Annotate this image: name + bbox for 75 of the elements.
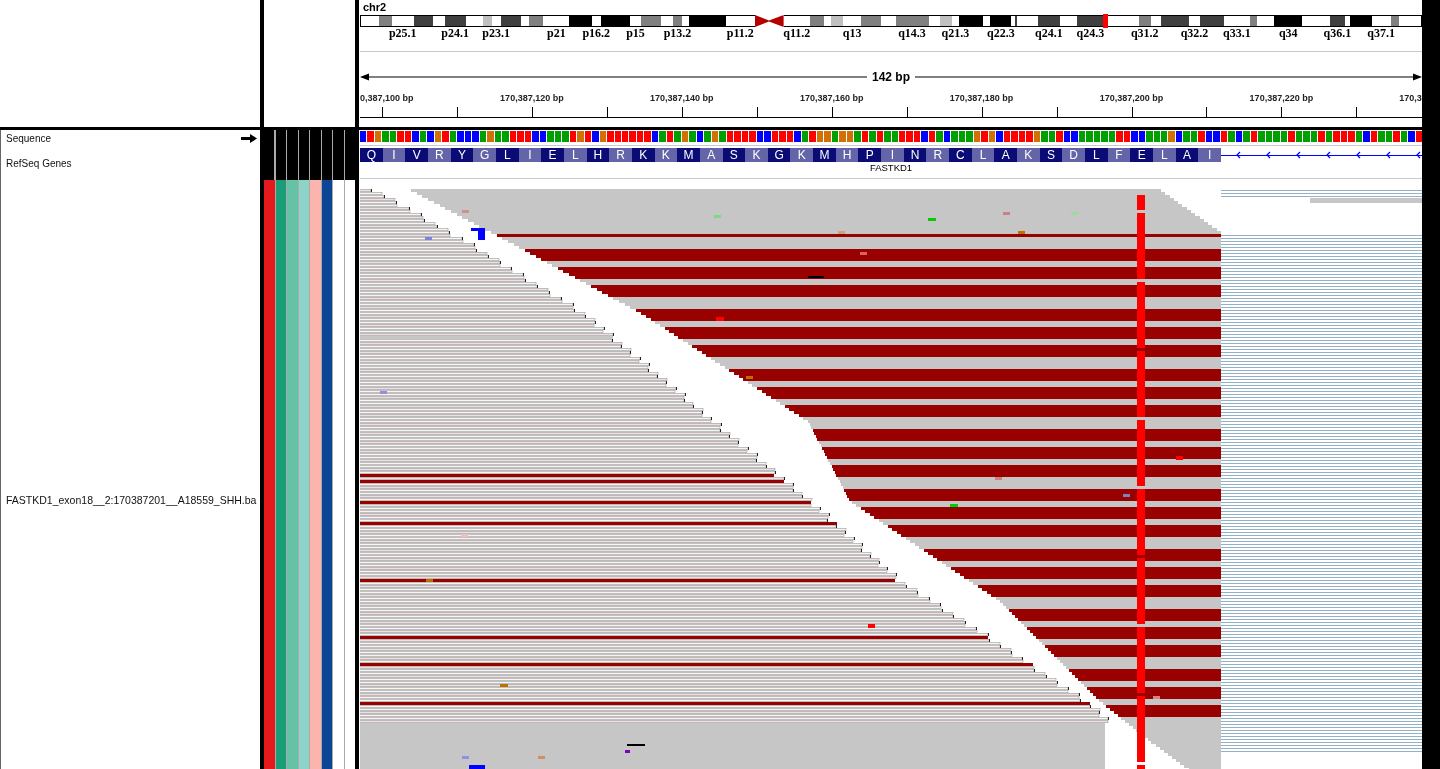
amino-acid: R bbox=[926, 148, 950, 162]
band-label: p25.1 bbox=[388, 28, 417, 39]
band-label: q21.3 bbox=[941, 28, 970, 39]
band-label: p15 bbox=[626, 28, 645, 39]
amino-acid: E bbox=[541, 148, 564, 162]
amino-acid: E bbox=[1130, 148, 1153, 162]
amino-acid: P bbox=[858, 148, 882, 162]
band-label: q34 bbox=[1278, 28, 1298, 39]
band-label: q24.1 bbox=[1035, 28, 1063, 39]
span-label: 142 bp bbox=[867, 70, 915, 84]
amino-acid: R bbox=[427, 148, 451, 162]
ruler-label: 0,387,100 bp bbox=[360, 93, 414, 104]
amino-acid: R bbox=[609, 148, 632, 162]
amino-acid: G bbox=[767, 148, 791, 162]
amino-acid: K bbox=[654, 148, 678, 162]
ruler-label: 170,3 bbox=[1399, 93, 1422, 104]
track-name[interactable]: FASTKD1_exon18__2:170387201__A18559_SHH.ba bbox=[6, 493, 257, 506]
amino-acid: M bbox=[813, 148, 836, 162]
amino-acid: F bbox=[1107, 148, 1131, 162]
amino-acid: N bbox=[903, 148, 927, 162]
amino-acid: S bbox=[1039, 148, 1063, 162]
ruler-label: 170,387,160 bp bbox=[799, 93, 864, 104]
right-arrow-icon[interactable] bbox=[241, 133, 257, 143]
band-label: q33.1 bbox=[1223, 28, 1251, 39]
amino-acid: D bbox=[1062, 148, 1085, 162]
amino-acid: I bbox=[382, 148, 406, 162]
amino-acid: K bbox=[790, 148, 814, 162]
band-label: q13 bbox=[842, 28, 862, 39]
amino-acid: I bbox=[1198, 148, 1221, 162]
amino-acid: L bbox=[1085, 148, 1108, 162]
amino-acid: G bbox=[473, 148, 496, 162]
amino-acid: L bbox=[1152, 148, 1176, 162]
band-label: p16.2 bbox=[582, 28, 611, 39]
amino-acid: A bbox=[994, 148, 1018, 162]
track-name[interactable]: RefSeq Genes bbox=[6, 157, 72, 169]
amino-acid: M bbox=[677, 148, 700, 162]
track-name[interactable]: Sequence bbox=[6, 132, 52, 144]
band-label: q37.1 bbox=[1367, 28, 1396, 39]
amino-acid: L bbox=[971, 148, 995, 162]
amino-acid: L bbox=[495, 148, 519, 162]
amino-acid: V bbox=[405, 148, 428, 162]
amino-acid: C bbox=[949, 148, 972, 162]
amino-acid: I bbox=[518, 148, 542, 162]
amino-acid: I bbox=[881, 148, 904, 162]
band-label: p24.1 bbox=[441, 28, 469, 39]
gene-name: FASTKD1 bbox=[869, 162, 913, 173]
ruler-label: 170,387,140 bp bbox=[650, 93, 714, 104]
amino-acid: L bbox=[563, 148, 587, 162]
amino-acid: K bbox=[745, 148, 768, 162]
ruler-label: 170,387,120 bp bbox=[500, 93, 564, 104]
band-label: q31.2 bbox=[1130, 28, 1159, 39]
band-label: q14.3 bbox=[898, 28, 926, 39]
amino-acid: A bbox=[1175, 148, 1199, 162]
band-label: p23.1 bbox=[482, 28, 510, 39]
band-label: p13.2 bbox=[663, 28, 692, 39]
amino-acid: A bbox=[699, 148, 723, 162]
region-marker bbox=[1102, 14, 1108, 28]
band-label: q11.2 bbox=[783, 28, 811, 39]
chromosome-name: chr2 bbox=[362, 0, 387, 14]
band-label: p11.2 bbox=[726, 28, 754, 39]
amino-acid: S bbox=[722, 148, 746, 162]
ruler-label: 170,387,180 bp bbox=[949, 93, 1014, 104]
amino-acid: Y bbox=[450, 148, 474, 162]
amino-acid: Q bbox=[360, 148, 383, 162]
band-label: q22.3 bbox=[987, 28, 1015, 39]
ruler-label: 170,387,200 bp bbox=[1099, 93, 1164, 104]
band-label: p21 bbox=[546, 28, 566, 39]
band-label: q24.3 bbox=[1076, 28, 1105, 39]
amino-acid: K bbox=[1017, 148, 1040, 162]
amino-acid: K bbox=[631, 148, 655, 162]
amino-acid: H bbox=[586, 148, 610, 162]
amino-acid: H bbox=[835, 148, 859, 162]
band-label: q36.1 bbox=[1323, 28, 1352, 39]
ruler-label: 170,387,220 bp bbox=[1249, 93, 1314, 104]
band-label: q32.2 bbox=[1180, 28, 1209, 39]
